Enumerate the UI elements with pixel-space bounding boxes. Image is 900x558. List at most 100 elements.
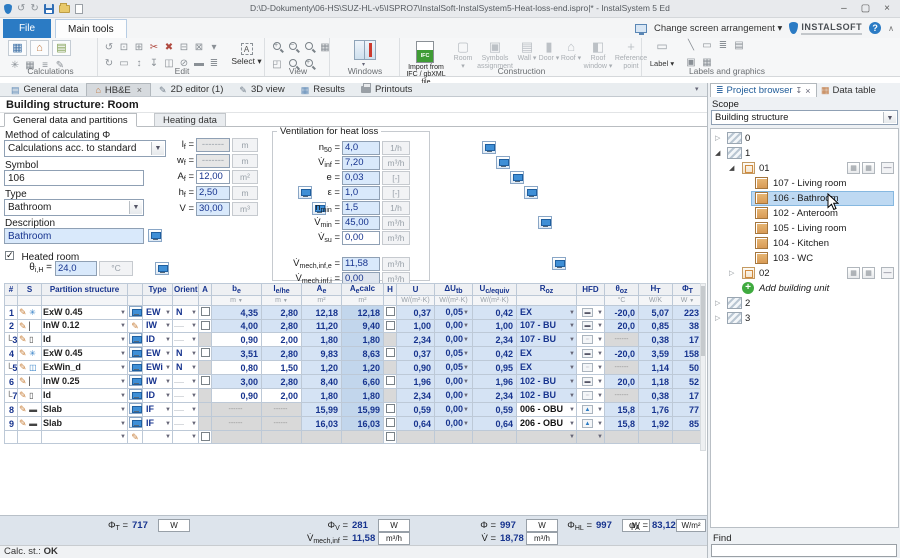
partition-select[interactable]: Id▼ (42, 389, 128, 403)
find-input[interactable] (711, 544, 897, 557)
roz-select[interactable]: 107 - BU▼ (517, 333, 577, 347)
aecalc-cell[interactable]: 15,99 (342, 403, 384, 417)
type-select[interactable]: IW▼ (143, 320, 173, 333)
partition-select[interactable]: Slab▼ (42, 403, 128, 417)
aecalc-cell[interactable]: 1,80 (342, 333, 384, 347)
group-icon[interactable]: ⊟ (177, 42, 191, 54)
orient-select[interactable]: ▼ (173, 431, 199, 444)
roz-select[interactable]: EX▼ (517, 306, 577, 320)
orient-select[interactable]: N▼ (173, 347, 199, 361)
cut-icon[interactable]: ✂ (147, 42, 161, 54)
theta-cell[interactable]: 20,0 (605, 375, 639, 389)
roz-select[interactable]: 102 - BU▼ (517, 389, 577, 403)
hfd-select[interactable]: ▬▼ (577, 347, 605, 361)
tree-item-3[interactable]: ▷3 (711, 311, 898, 326)
partition-edit-button[interactable]: ✎ (128, 320, 143, 333)
tree-item-02[interactable]: ▷02▦▦— (711, 266, 898, 281)
column-header-u[interactable]: U (397, 284, 435, 296)
tab-data-table[interactable]: ▦ Data table (816, 83, 881, 97)
tree-item-01[interactable]: ◢01▦▦— (711, 161, 898, 176)
field-input[interactable]: 1,0 (342, 186, 380, 200)
dutb-select[interactable]: 0,00▼ (435, 403, 473, 417)
ae-cell[interactable]: 16,03 (302, 417, 342, 431)
b-cell[interactable]: 3,00 (212, 375, 262, 389)
l-cell[interactable]: 2,80 (262, 375, 302, 389)
orient-select[interactable]: -----▼ (173, 417, 199, 431)
b-cell[interactable]: 4,00 (212, 320, 262, 333)
unit-action-button[interactable]: ▦ (847, 162, 860, 174)
orient-select[interactable]: N▼ (173, 361, 199, 375)
b-cell[interactable]: 4,35 (212, 306, 262, 320)
ae-cell[interactable]: 8,40 (302, 375, 342, 389)
dutb-select[interactable]: 0,00▼ (435, 375, 473, 389)
orient-select[interactable]: -----▼ (173, 333, 199, 347)
label-line-icon[interactable]: ╲ (684, 40, 698, 52)
unit-action-button[interactable]: ▦ (847, 267, 860, 279)
a-checkbox[interactable] (199, 306, 212, 320)
s-cell[interactable]: ✎ ▏ (18, 375, 42, 389)
hfd-select[interactable]: ┄▼ (577, 389, 605, 403)
calculations-icon[interactable]: ▦ (8, 40, 27, 56)
field-input[interactable]: 0,03 (342, 171, 380, 185)
tree-item-102-anteroom[interactable]: 102 - Anteroom (711, 206, 898, 221)
save-button[interactable] (44, 4, 54, 14)
change-screen-arrangement-button[interactable]: Change screen arrangement ▾ (654, 23, 782, 34)
dutb-select[interactable]: 0,00▼ (435, 320, 473, 333)
aecalc-cell[interactable]: 1,80 (342, 389, 384, 403)
column-header-hfd[interactable]: HFD (577, 284, 605, 296)
field-input[interactable]: 12,00 (196, 170, 230, 184)
dutb-select[interactable]: 0,00▼ (435, 417, 473, 431)
l-cell[interactable]: 2,00 (262, 333, 302, 347)
field-input[interactable]: ------- (196, 154, 230, 168)
l-cell[interactable]: ------ (262, 403, 302, 417)
zoom-in-icon[interactable] (270, 42, 284, 54)
partition-select[interactable]: InW 0.12▼ (42, 320, 128, 333)
tab-printouts[interactable]: Printouts (353, 83, 421, 96)
s-cell[interactable]: ✎ ▬ (18, 403, 42, 417)
tab-heating-data[interactable]: Heating data (154, 113, 226, 127)
partition-select[interactable]: ExW 0.45▼ (42, 347, 128, 361)
type-select[interactable]: ID▼ (143, 389, 173, 403)
field-input[interactable]: 1,5 (342, 201, 380, 215)
ae-cell[interactable]: 1,20 (302, 361, 342, 375)
column-header-type[interactable]: Type (143, 284, 173, 296)
close-panel-icon[interactable]: × (805, 86, 810, 96)
table-scrollbar[interactable] (700, 283, 706, 451)
description-edit-button[interactable] (148, 229, 162, 242)
column-header-th[interactable]: θoz (605, 284, 639, 296)
aecalc-cell[interactable]: 1,20 (342, 361, 384, 375)
copy-icon[interactable]: ⊞ (132, 42, 146, 54)
b-cell[interactable]: 0,80 (212, 361, 262, 375)
h-checkbox[interactable] (384, 375, 397, 389)
tree-expand-icon[interactable]: ▷ (715, 131, 720, 146)
zoom-out-icon[interactable] (286, 42, 300, 54)
partition-edit-button[interactable] (128, 417, 143, 431)
hfd-select[interactable]: ▬▼ (577, 306, 605, 320)
uc-cell[interactable]: 0,42 (473, 306, 517, 320)
b-cell[interactable]: 3,51 (212, 347, 262, 361)
uc-cell[interactable]: 0,95 (473, 361, 517, 375)
s-cell[interactable]: ✎ ▯ (18, 333, 42, 347)
type-select[interactable]: IW▼ (143, 375, 173, 389)
l-cell[interactable]: 1,50 (262, 361, 302, 375)
ae-cell[interactable]: 1,80 (302, 389, 342, 403)
maximize-button[interactable]: ▢ (861, 3, 870, 14)
field-edit-button[interactable] (510, 171, 524, 184)
results-table-icon[interactable]: ▤ (52, 40, 71, 56)
dutb-select[interactable]: 0,05▼ (435, 306, 473, 320)
orient-select[interactable]: -----▼ (173, 320, 199, 333)
column-header-pedit[interactable] (128, 284, 143, 296)
u-cell[interactable]: 0,59 (397, 403, 435, 417)
h-checkbox[interactable] (384, 306, 397, 320)
collapse-ribbon-button[interactable]: ∧ (888, 24, 894, 33)
aecalc-cell[interactable]: 8,63 (342, 347, 384, 361)
tree-item-2[interactable]: ▷2 (711, 296, 898, 311)
l-cell[interactable]: 2,80 (262, 320, 302, 333)
s-cell[interactable]: ✎ ✳ (18, 306, 42, 320)
symbol-input[interactable]: 106 (4, 170, 144, 186)
partition-edit-button[interactable] (128, 389, 143, 403)
ae-cell[interactable]: 15,99 (302, 403, 342, 417)
h-checkbox[interactable] (384, 347, 397, 361)
field-input[interactable]: 4,0 (342, 141, 380, 155)
u-cell[interactable]: 0,90 (397, 361, 435, 375)
